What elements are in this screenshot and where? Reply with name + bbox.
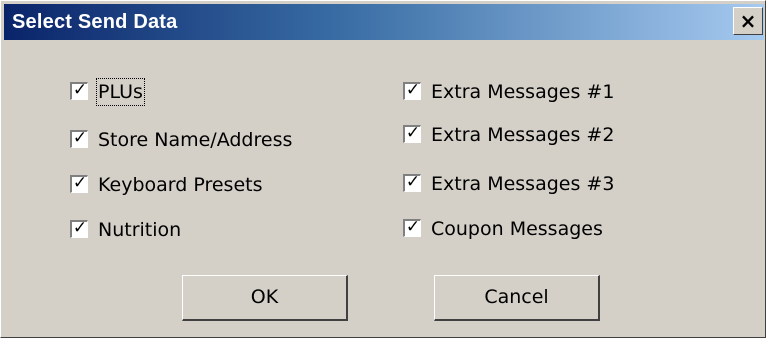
- checkbox-box[interactable]: ✓: [70, 128, 88, 148]
- checkbox-label-coupon-messages: Coupon Messages: [431, 218, 603, 240]
- title-bar[interactable]: Select Send Data ×: [4, 4, 764, 40]
- window-title: Select Send Data: [12, 11, 178, 33]
- check-icon: ✓: [405, 80, 421, 100]
- check-icon: ✓: [72, 80, 88, 100]
- checkbox-box[interactable]: ✓: [403, 217, 421, 237]
- check-icon: ✓: [405, 172, 421, 192]
- checkbox-label-extra-messages-2: Extra Messages #2: [431, 124, 615, 146]
- check-icon: ✓: [405, 217, 421, 237]
- close-icon: ×: [739, 9, 757, 33]
- cancel-button-label: Cancel: [484, 286, 549, 308]
- ok-button-label: OK: [250, 286, 279, 308]
- checkbox-label-plus: PLUs: [96, 78, 145, 106]
- checkbox-label-extra-messages-1: Extra Messages #1: [431, 81, 615, 103]
- ok-button[interactable]: OK: [182, 275, 348, 321]
- check-icon: ✓: [72, 128, 88, 148]
- checkbox-box[interactable]: ✓: [70, 80, 88, 100]
- check-icon: ✓: [72, 218, 88, 238]
- cancel-button[interactable]: Cancel: [434, 275, 600, 321]
- checkbox-label-keyboard-presets: Keyboard Presets: [98, 174, 263, 196]
- checkbox-label-store-name-address: Store Name/Address: [98, 129, 293, 151]
- check-icon: ✓: [72, 173, 88, 193]
- checkbox-box[interactable]: ✓: [403, 123, 421, 143]
- checkbox-label-nutrition: Nutrition: [98, 219, 182, 241]
- close-button[interactable]: ×: [733, 7, 763, 35]
- select-send-data-dialog: Select Send Data × ✓ PLUs ✓ Store Name/A…: [0, 0, 766, 338]
- checkbox-box[interactable]: ✓: [70, 173, 88, 193]
- checkbox-label-extra-messages-3: Extra Messages #3: [431, 173, 615, 195]
- checkbox-box[interactable]: ✓: [403, 172, 421, 192]
- checkbox-box[interactable]: ✓: [70, 218, 88, 238]
- checkbox-box[interactable]: ✓: [403, 80, 421, 100]
- check-icon: ✓: [405, 123, 421, 143]
